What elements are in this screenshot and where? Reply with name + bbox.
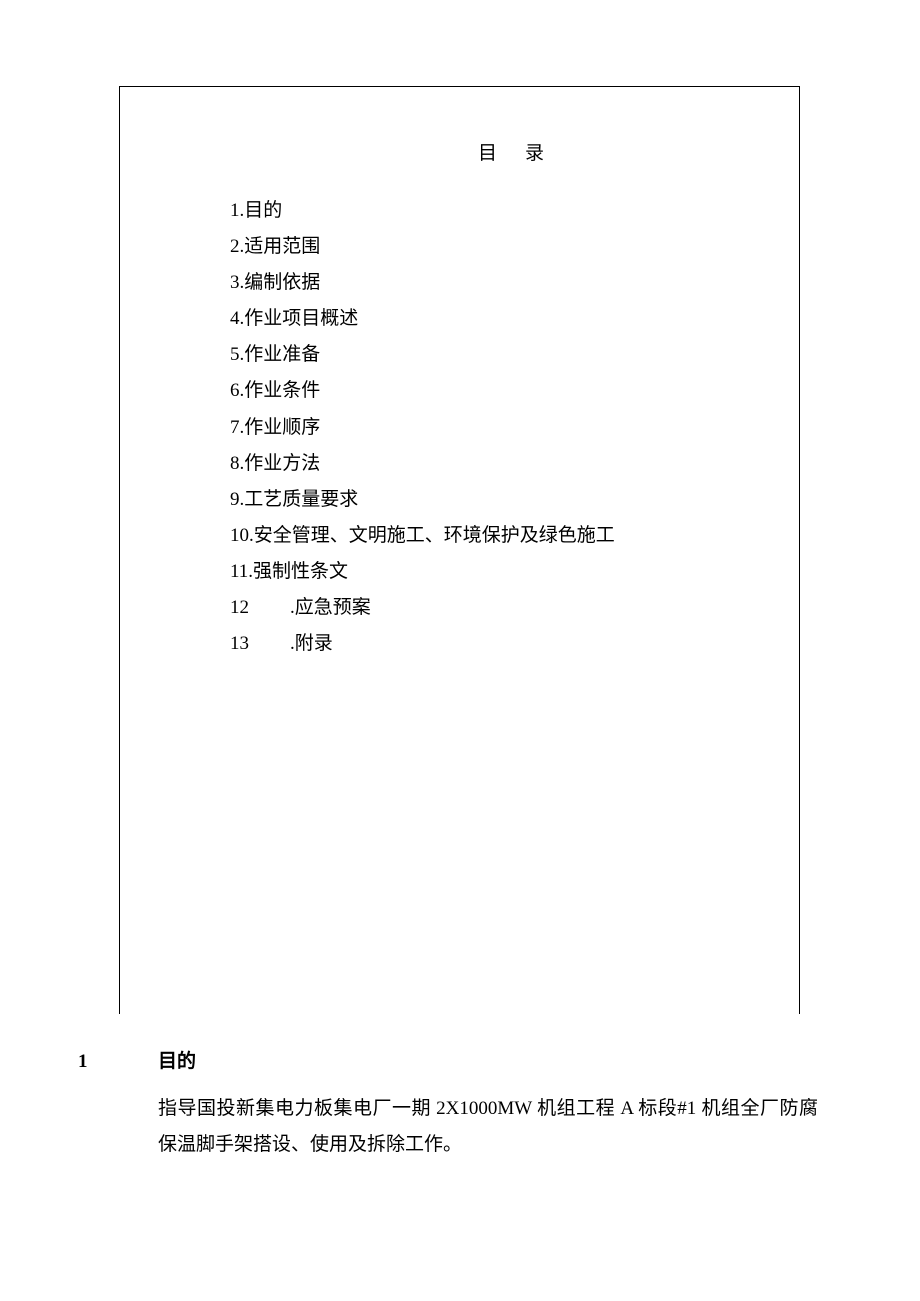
section-1-header: 1目的 xyxy=(78,1046,818,1073)
toc-container: 目录 1.目的 2.适用范围 3.编制依据 4.作业项目概述 5.作业准备 6.… xyxy=(230,138,790,662)
toc-item: 8.作业方法 xyxy=(230,446,790,482)
toc-item: 11.强制性条文 xyxy=(230,554,790,590)
toc-item-num: 12 xyxy=(230,590,290,626)
toc-item: 3.编制依据 xyxy=(230,265,790,301)
toc-item: 13.附录 xyxy=(230,626,790,662)
toc-item: 4.作业项目概述 xyxy=(230,301,790,337)
section-1-heading: 目的 xyxy=(158,1051,196,1072)
toc-item: 1.目的 xyxy=(230,193,790,229)
toc-item: 2.适用范围 xyxy=(230,229,790,265)
toc-item: 10.安全管理、文明施工、环境保护及绿色施工 xyxy=(230,518,790,554)
toc-item: 12.应急预案 xyxy=(230,590,790,626)
toc-item-num: 13 xyxy=(230,626,290,662)
section-1-num: 1 xyxy=(78,1051,158,1073)
toc-title: 目录 xyxy=(230,138,790,165)
toc-item: 7.作业顺序 xyxy=(230,410,790,446)
section-1: 1目的 指导国投新集电力板集电厂一期 2X1000MW 机组工程 A 标段#1 … xyxy=(78,1046,818,1163)
toc-item-label: .附录 xyxy=(290,633,333,654)
toc-item: 6.作业条件 xyxy=(230,373,790,409)
toc-item-label: .应急预案 xyxy=(290,597,371,618)
toc-item: 9.工艺质量要求 xyxy=(230,482,790,518)
toc-item: 5.作业准备 xyxy=(230,337,790,373)
section-1-body: 指导国投新集电力板集电厂一期 2X1000MW 机组工程 A 标段#1 机组全厂… xyxy=(78,1091,818,1163)
